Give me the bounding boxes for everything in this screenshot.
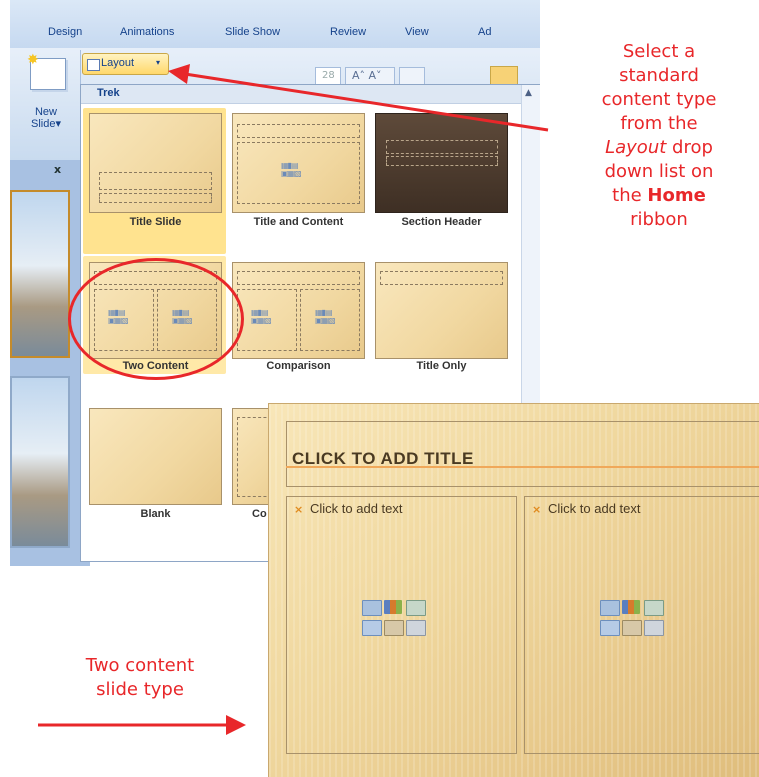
- content-icons: ▦▮▤ ▣▦▧: [281, 161, 302, 178]
- slide-thumbnail-1[interactable]: [10, 190, 70, 358]
- layout-label-title-slide: Title Slide: [129, 216, 182, 228]
- scroll-up-icon[interactable]: ▲: [525, 88, 532, 98]
- gallery-theme-name: Trek: [97, 87, 120, 99]
- layout-title-only[interactable]: [375, 262, 508, 359]
- annotation-line: from the: [620, 113, 698, 134]
- layout-blank[interactable]: [89, 408, 222, 505]
- clip-art-icon[interactable]: [622, 620, 642, 636]
- layout-title-and-content[interactable]: ▦▮▤ ▣▦▧: [232, 113, 365, 213]
- annotation-line: Two content: [85, 655, 195, 676]
- layout-label-title-and-content: Title and Content: [253, 216, 344, 228]
- new-slide-label: New Slide: [31, 106, 57, 130]
- placeholder: [99, 172, 212, 190]
- chevron-down-icon: ▾: [156, 58, 161, 67]
- picture-icon[interactable]: [362, 620, 382, 636]
- layout-label-blank: Blank: [140, 508, 171, 520]
- annotation-line: Layout drop: [563, 136, 755, 160]
- placeholder: [386, 140, 498, 154]
- annotation-line: the Home: [563, 184, 755, 208]
- layout-dropdown-button[interactable]: Layout ▾: [82, 53, 169, 75]
- layout-comparison[interactable]: ▦▮▤ ▣▦▧ ▦▮▤ ▣▦▧: [232, 262, 365, 359]
- annotation-line: slide type: [96, 679, 184, 700]
- annotation-line: standard: [619, 65, 699, 86]
- highlight-circle: [68, 258, 244, 380]
- annotation-line: ribbon: [630, 209, 688, 230]
- annotation-line: down list on: [604, 161, 714, 182]
- chart-icon[interactable]: [622, 600, 640, 614]
- bullet-x-icon: ×: [294, 503, 304, 516]
- gallery-header: [81, 85, 521, 104]
- placeholder: [237, 124, 360, 138]
- tab-view[interactable]: View: [405, 26, 429, 38]
- media-clip-icon[interactable]: [406, 620, 426, 636]
- layout-section-header[interactable]: [375, 113, 508, 213]
- annotation-line: content type: [601, 89, 717, 110]
- layout-icon: [87, 59, 100, 71]
- right-placeholder-text: Click to add text: [548, 501, 641, 516]
- annotation-text: drop: [666, 137, 713, 158]
- tab-animations[interactable]: Animations: [120, 26, 174, 38]
- slide-title: CLICK TO ADD TITLE: [292, 449, 474, 468]
- font-size-value: 28: [322, 70, 335, 81]
- layout-title-slide[interactable]: [89, 113, 222, 213]
- left-placeholder-text: Click to add text: [310, 501, 403, 516]
- new-slide-button[interactable]: New Slide▾: [26, 106, 66, 130]
- bullet-x-icon: ×: [532, 503, 542, 516]
- content-icons: ▦▮▤ ▣▦▧: [251, 308, 272, 325]
- layout-label-comparison: Comparison: [266, 360, 331, 372]
- table-icon[interactable]: [600, 600, 620, 616]
- annotation-home-word: Home: [647, 185, 706, 206]
- annotation-line: Select a: [622, 41, 696, 62]
- annotation-select-layout: Select a standard content type from the …: [563, 40, 755, 232]
- arrowhead-icon: [226, 715, 246, 735]
- layout-label: Layout: [101, 57, 135, 69]
- clip-art-icon[interactable]: [384, 620, 404, 636]
- slide-thumbnail-2[interactable]: [10, 376, 70, 548]
- placeholder: [99, 193, 212, 203]
- new-slide-star-icon: ✸: [27, 52, 39, 68]
- tab-add-ins[interactable]: Ad: [478, 26, 491, 38]
- chart-icon[interactable]: [384, 600, 402, 614]
- placeholder: [386, 156, 498, 166]
- smartart-icon[interactable]: [406, 600, 426, 616]
- close-icon[interactable]: x: [54, 163, 61, 176]
- smartart-icon[interactable]: [644, 600, 664, 616]
- layout-label-section-header: Section Header: [401, 216, 482, 228]
- new-slide-dropdown-arrow: ▾: [55, 118, 61, 130]
- tab-slide-show[interactable]: Slide Show: [225, 26, 280, 38]
- layout-label-title-only: Title Only: [416, 360, 467, 372]
- picture-icon[interactable]: [600, 620, 620, 636]
- tab-design[interactable]: Design: [48, 26, 82, 38]
- media-clip-icon[interactable]: [644, 620, 664, 636]
- annotation-two-content: Two content slide type: [40, 654, 240, 702]
- annotation-text: the: [612, 185, 648, 206]
- content-icons: ▦▮▤ ▣▦▧: [315, 308, 336, 325]
- insert-content-icons[interactable]: [600, 600, 664, 640]
- placeholder: [380, 271, 503, 285]
- table-icon[interactable]: [362, 600, 382, 616]
- ribbon-tab-bar: Design Animations Slide Show Review View…: [10, 0, 540, 49]
- placeholder: [237, 271, 360, 285]
- font-grow-shrink-label: A˄ A˅: [352, 69, 382, 82]
- annotation-layout-word: Layout: [605, 137, 667, 158]
- insert-content-icons[interactable]: [362, 600, 426, 640]
- tab-review[interactable]: Review: [330, 26, 366, 38]
